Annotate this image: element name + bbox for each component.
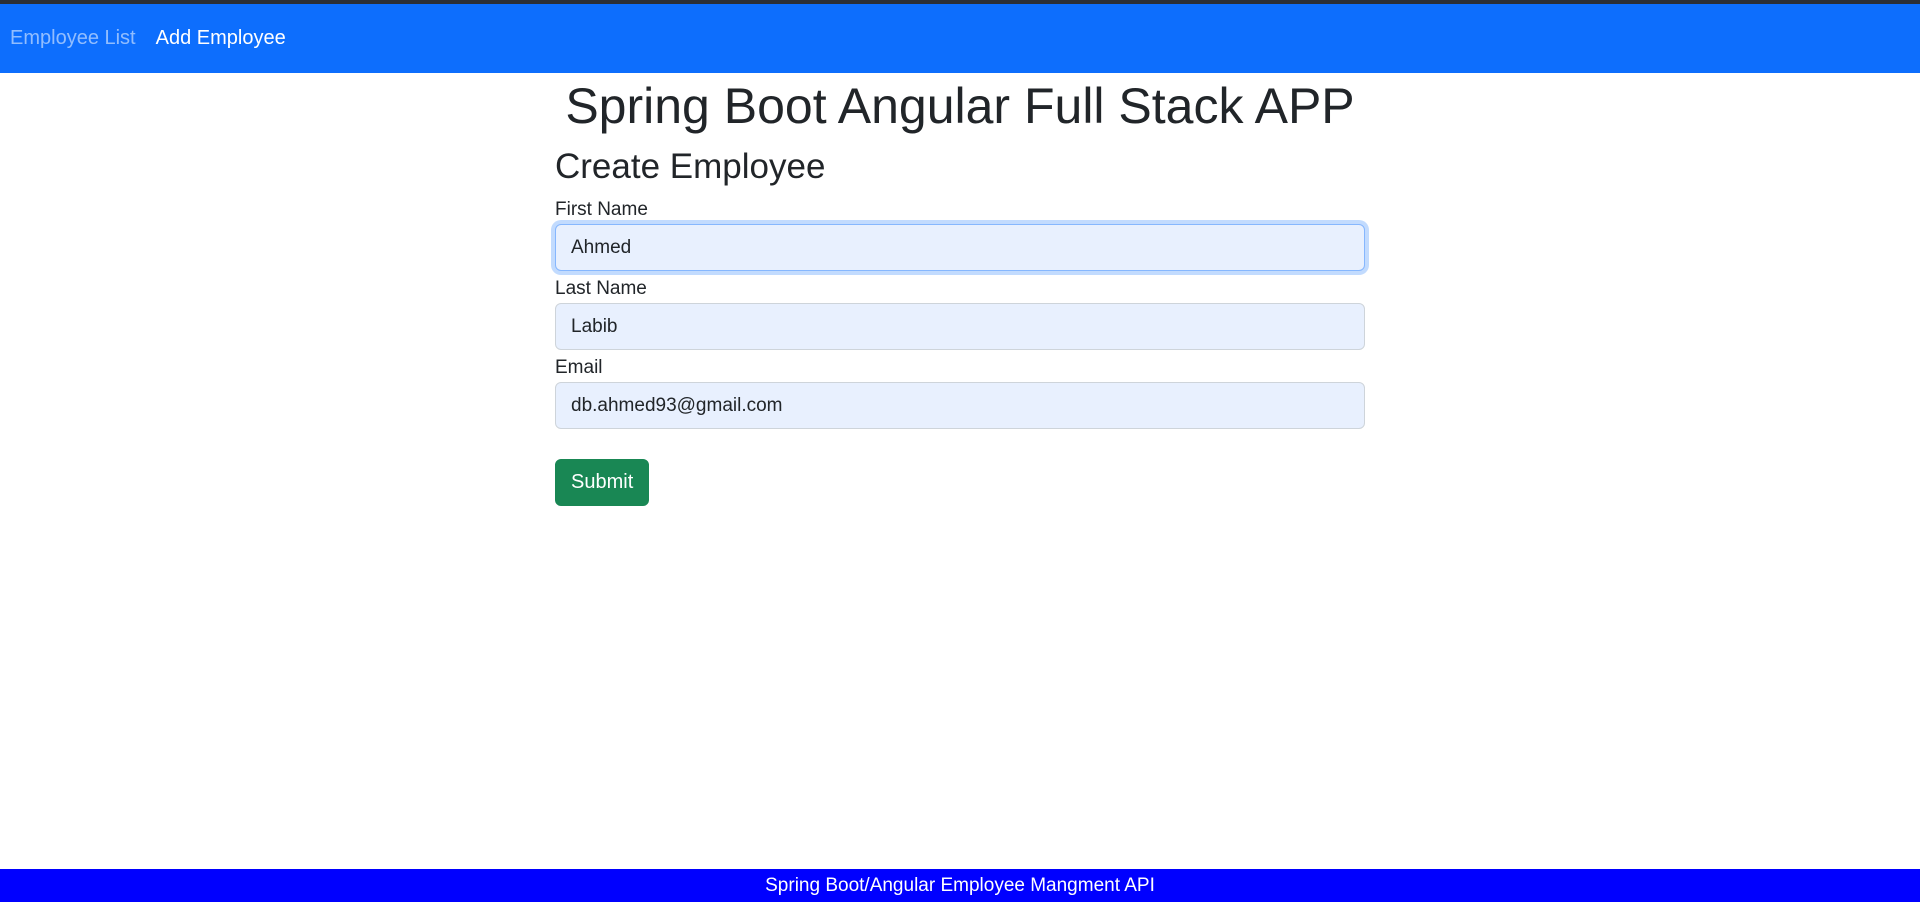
nav-add-employee-link[interactable]: Add Employee bbox=[156, 27, 286, 50]
navbar: Employee List Add Employee bbox=[0, 4, 1920, 73]
first-name-input[interactable] bbox=[555, 224, 1365, 271]
first-name-label: First Name bbox=[555, 199, 648, 220]
email-input[interactable] bbox=[555, 382, 1365, 429]
footer: Spring Boot/Angular Employee Mangment AP… bbox=[0, 869, 1920, 902]
form-title: Create Employee bbox=[555, 147, 826, 186]
nav-employee-list-link[interactable]: Employee List bbox=[10, 27, 136, 50]
last-name-label: Last Name bbox=[555, 278, 647, 299]
app-title: Spring Boot Angular Full Stack APP bbox=[565, 78, 1355, 134]
last-name-input[interactable] bbox=[555, 303, 1365, 350]
submit-button[interactable]: Submit bbox=[555, 459, 650, 506]
create-employee-form: Create Employee First Name Last Name Ema… bbox=[555, 145, 1365, 506]
email-label: Email bbox=[555, 357, 603, 378]
